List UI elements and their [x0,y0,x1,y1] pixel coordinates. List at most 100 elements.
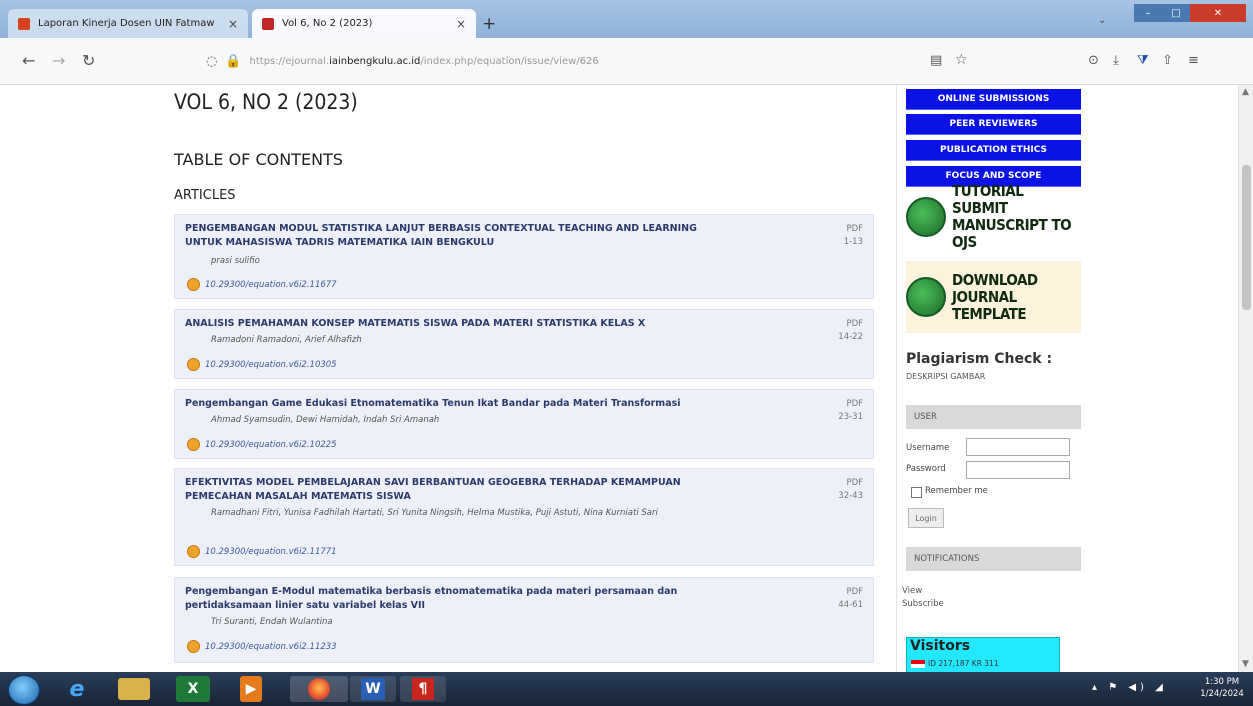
article-doi[interactable]: 10.29300/equation.v6i2.11233 [187,640,337,653]
article-title-link[interactable]: Pengembangan Game Edukasi Etnomatematika… [185,397,705,411]
firefox-icon[interactable] [290,676,348,702]
notifications-subscribe-link[interactable]: Subscribe [902,599,944,609]
system-tray[interactable]: ▴ ⚑ ◀) ◢ [1092,682,1167,693]
bookmark-star-icon[interactable]: ☆ [955,52,968,68]
doi-icon [187,545,200,558]
windows-taskbar: e X ▶ W ¶ ▴ ⚑ ◀) ◢ 1:30 PM 1/24/2024 [0,672,1253,706]
address-bar[interactable]: ◌ 🔒 https://ejournal. iainbengkulu.ac.id /… [206,48,976,74]
article-doi[interactable]: 10.29300/equation.v6i2.11771 [187,545,337,558]
pdf-link[interactable]: PDF [838,318,863,331]
article-doi[interactable]: 10.29300/equation.v6i2.10225 [187,438,337,451]
file-explorer-icon[interactable] [118,678,150,700]
download-template-banner[interactable]: DOWNLOAD JOURNAL TEMPLATE [906,261,1081,333]
password-label: Password [906,464,946,474]
doi-link[interactable]: 10.29300/equation.v6i2.11233 [205,642,337,652]
share-icon[interactable]: ⇧ [1162,53,1173,68]
article-authors: prasi sulifio [211,256,260,266]
article-authors: Tri Suranti, Endah Wulantina [211,617,333,627]
new-tab-button[interactable]: + [482,14,496,34]
favicon-icon [18,17,30,30]
pdf-link[interactable]: PDF [838,586,863,599]
list-tabs-icon[interactable]: ⌄ [1098,15,1106,26]
article-galley: PDF 23-31 [838,398,863,424]
maximize-button[interactable]: □ [1162,4,1190,22]
article-galley: PDF 14-22 [838,318,863,344]
doi-link[interactable]: 10.29300/equation.v6i2.10305 [205,360,337,370]
start-button[interactable] [8,675,40,705]
article-doi[interactable]: 10.29300/equation.v6i2.10305 [187,358,337,371]
clock-date: 1/24/2024 [1200,689,1244,699]
tutorial-submit-banner[interactable]: TUTORIAL SUBMIT MANUSCRIPT TO OJS [906,183,1081,251]
article-title-link[interactable]: EFEKTIVITAS MODEL PEMBELAJARAN SAVI BERB… [185,476,705,504]
tab-title: Vol 6, No 2 (2023) [282,18,373,29]
password-input[interactable] [966,461,1070,479]
visitors-stats-text: ID 217,187 KR 311 [928,659,999,668]
tab-laporan-kinerja[interactable]: Laporan Kinerja Dosen UIN Fatmaw × [8,9,248,38]
pdf-reader-icon[interactable]: ¶ [400,676,446,702]
extension-icon[interactable]: ⧩ [1137,53,1149,68]
publication-ethics-button[interactable]: PUBLICATION ETHICS [906,140,1081,161]
pdf-link[interactable]: PDF [844,223,863,236]
back-arrow-icon[interactable]: ← [22,51,35,70]
article-doi[interactable]: 10.29300/equation.v6i2.11677 [187,278,337,291]
template-banner-text: DOWNLOAD JOURNAL TEMPLATE [952,270,1038,323]
article-title-link[interactable]: ANALISIS PEMAHAMAN KONSEP MATEMATIS SISW… [185,317,705,331]
notifications-view-link[interactable]: View [902,586,922,596]
doi-link[interactable]: 10.29300/equation.v6i2.10225 [205,440,337,450]
pdf-link[interactable]: PDF [838,398,863,411]
lock-icon: 🔒 [225,53,242,69]
article-pages: 44-61 [838,600,863,610]
reload-icon[interactable]: ↻ [82,51,95,70]
minimize-button[interactable]: – [1134,4,1162,22]
article-item: Pengembangan E-Modul matematika berbasis… [174,577,874,663]
online-submissions-button[interactable]: ONLINE SUBMISSIONS [906,89,1081,110]
section-heading: ARTICLES [174,188,236,203]
scrollbar-thumb[interactable] [1242,165,1251,310]
article-item: EFEKTIVITAS MODEL PEMBELAJARAN SAVI BERB… [174,468,874,566]
doi-link[interactable]: 10.29300/equation.v6i2.11677 [205,280,337,290]
toc-heading: TABLE OF CONTENTS [174,150,343,169]
tab-vol-6-no-2[interactable]: Vol 6, No 2 (2023) × [252,9,476,38]
peer-reviewers-button[interactable]: PEER REVIEWERS [906,114,1081,135]
plagiarism-check-title: Plagiarism Check : [906,351,1053,367]
favicon-icon [262,17,274,30]
pocket-icon[interactable]: ⊙ [1088,53,1099,68]
article-galley: PDF 32-43 [838,477,863,503]
menu-icon[interactable]: ≡ [1188,53,1199,68]
media-player-icon[interactable]: ▶ [240,676,262,702]
issue-title: VOL 6, NO 2 (2023) [174,90,358,114]
downloads-icon[interactable]: ⤓ [1113,53,1119,68]
taskbar-clock[interactable]: 1:30 PM 1/24/2024 [1196,676,1248,700]
forward-arrow-icon[interactable]: → [52,51,65,70]
article-title-link[interactable]: Pengembangan E-Modul matematika berbasis… [185,585,705,613]
flag-icon [911,660,925,668]
doi-icon [187,358,200,371]
url-prefix: https://ejournal. [249,55,330,67]
article-item: PENGEMBANGAN MODUL STATISTIKA LANJUT BER… [174,214,874,299]
scroll-down-icon[interactable]: ▼ [1242,659,1249,669]
page-scrollbar[interactable]: ▲ ▼ [1238,85,1253,672]
visitors-widget: Visitors ID 217,187 KR 311 [906,637,1060,672]
internet-explorer-icon[interactable]: e [60,676,94,702]
article-galley: PDF 1-13 [844,223,863,249]
doi-link[interactable]: 10.29300/equation.v6i2.11771 [205,547,337,557]
web-page: VOL 6, NO 2 (2023) TABLE OF CONTENTS ART… [0,85,1253,672]
article-title-link[interactable]: PENGEMBANGAN MODUL STATISTIKA LANJUT BER… [185,222,705,250]
close-window-button[interactable]: ✕ [1190,4,1246,22]
word-icon[interactable]: W [350,676,396,702]
excel-icon[interactable]: X [176,676,210,702]
article-item: ANALISIS PEMAHAMAN KONSEP MATEMATIS SISW… [174,309,874,379]
doi-icon [187,278,200,291]
pdf-link[interactable]: PDF [838,477,863,490]
login-button[interactable]: Login [908,508,944,528]
username-input[interactable] [966,438,1070,456]
reader-view-icon[interactable]: ▤ [930,53,942,68]
close-tab-icon[interactable]: × [456,17,466,31]
article-item: Pengembangan Game Edukasi Etnomatematika… [174,389,874,459]
close-tab-icon[interactable]: × [228,17,238,31]
remember-me-checkbox[interactable] [911,487,922,498]
doi-icon [187,438,200,451]
visitors-title: Visitors [910,638,971,654]
scroll-up-icon[interactable]: ▲ [1242,87,1249,97]
article-galley: PDF 44-61 [838,586,863,612]
